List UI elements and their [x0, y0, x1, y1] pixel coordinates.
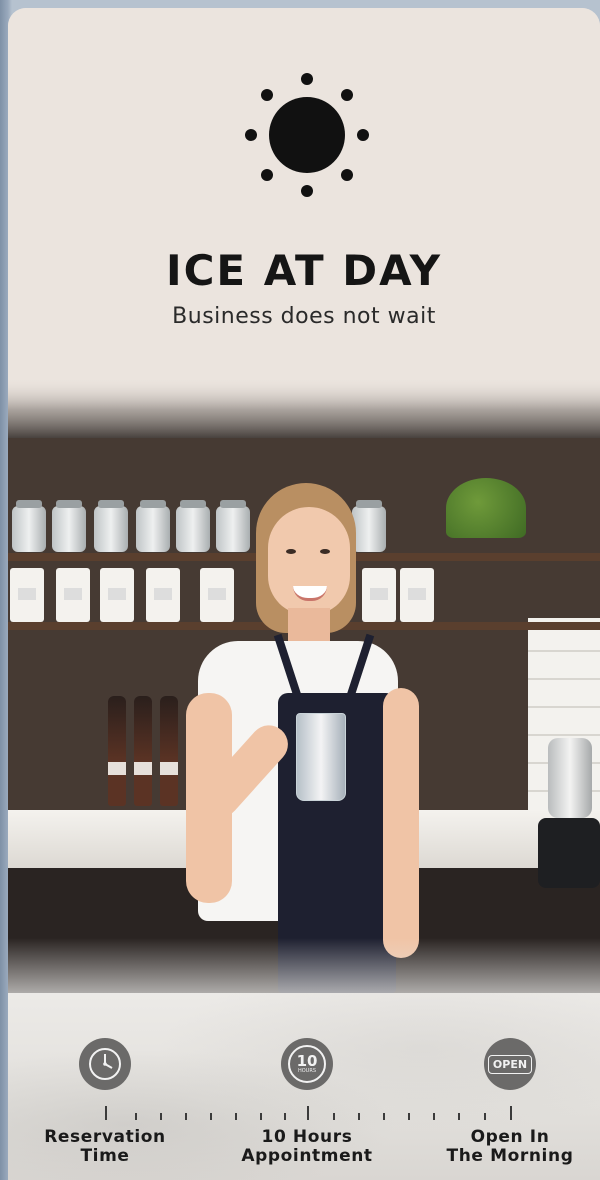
feature-reservation-time: Reservation Time — [25, 1038, 185, 1166]
brand-title: ICE AT DAY — [165, 246, 443, 295]
barista-photo — [8, 378, 600, 1018]
promo-card: ICE AT DAY Business does not wait Reserv… — [8, 8, 600, 1180]
feature-label: Open In The Morning — [430, 1128, 590, 1166]
jar — [52, 500, 86, 552]
syrup-bottle — [134, 696, 152, 806]
badge-text: HOURS — [297, 1068, 316, 1074]
blender — [538, 738, 600, 888]
ten-hours-badge-icon: 10 HOURS — [281, 1038, 333, 1090]
hero-section: ICE AT DAY Business does not wait — [8, 8, 600, 388]
timeline-tick — [210, 1113, 212, 1120]
right-arm — [383, 688, 419, 958]
feature-label: 10 Hours Appointment — [227, 1128, 387, 1166]
syrup-bottle — [108, 696, 126, 806]
barista — [178, 483, 428, 1003]
syrup-bottle — [160, 696, 178, 806]
bag — [10, 568, 44, 622]
timeline-tick — [408, 1113, 410, 1120]
bag — [100, 568, 134, 622]
sun-icon — [245, 73, 369, 197]
feature-label-line2: The Morning — [446, 1146, 574, 1166]
eye — [320, 549, 330, 554]
clock-icon — [79, 1038, 131, 1090]
jar — [94, 500, 128, 552]
open-sign-text: OPEN — [487, 1054, 533, 1074]
photo-fade-top — [8, 378, 600, 438]
eye — [286, 549, 296, 554]
water-glass — [296, 713, 346, 801]
feature-label: Reservation Time — [25, 1128, 185, 1166]
plant — [446, 478, 526, 538]
brand-subtitle: Business does not wait — [172, 304, 436, 329]
bag — [56, 568, 90, 622]
feature-ten-hours: 10 HOURS 10 Hours Appointment — [227, 1038, 387, 1166]
feature-label-line2: Appointment — [241, 1146, 373, 1166]
feature-label-line2: Time — [80, 1146, 130, 1166]
feature-label-line1: Open In — [470, 1127, 550, 1147]
bag — [146, 568, 180, 622]
jar — [136, 500, 170, 552]
badge-number: 10 — [296, 1052, 318, 1070]
feature-label-line1: Reservation — [44, 1127, 166, 1147]
blender-base — [538, 818, 600, 888]
open-sign-icon: OPEN — [484, 1038, 536, 1090]
blender-jar — [548, 738, 592, 818]
feature-open-morning: OPEN Open In The Morning — [430, 1038, 590, 1166]
feature-label-line1: 10 Hours — [261, 1127, 353, 1147]
jar — [12, 500, 46, 552]
timeline-tick — [185, 1113, 187, 1120]
